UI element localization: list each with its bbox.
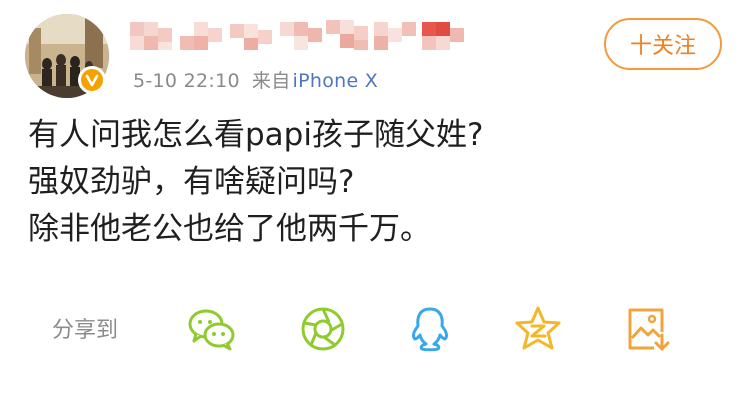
source-device-link[interactable]: iPhone X [293,70,379,92]
post-meta: 5-10 22:10 来自 iPhone X [133,66,378,93]
share-label: 分享到 [52,318,119,343]
qzone-icon[interactable] [512,304,564,354]
username-pixelated[interactable] [130,18,470,52]
post-text-line: 强奴劲驴，有啥疑问吗? [28,164,355,200]
weibo-post: 5-10 22:10 来自 iPhone X 十关注 有人问我怎么看papi孩子随父… [0,0,750,400]
moments-icon[interactable] [297,304,349,354]
save-image-icon[interactable] [622,304,674,354]
verified-badge-icon [78,66,106,94]
source-prefix: 来自 [251,70,291,92]
wechat-icon[interactable] [186,304,238,354]
post-timestamp: 5-10 22:10 [133,70,240,92]
post-text-line: 除非他老公也给了他两千万。 [28,211,431,247]
username-mosaic [130,20,464,50]
post-text: 有人问我怎么看papi孩子随父姓? 强奴劲驴，有啥疑问吗? 除非他老公也给了他两… [28,112,728,253]
post-text-line: 有人问我怎么看papi孩子随父姓? [28,117,484,153]
qq-icon[interactable] [404,304,456,354]
follow-button[interactable]: 十关注 [604,18,722,70]
